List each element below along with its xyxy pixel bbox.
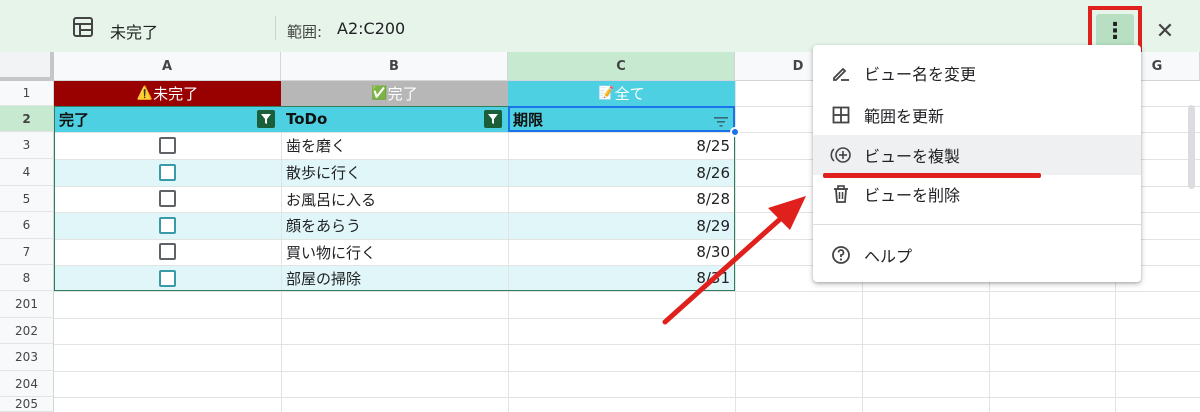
filter-view-name[interactable]: 未完了 [110, 19, 158, 43]
annotation-underline [823, 173, 1041, 178]
menu-item-duplicate-view[interactable]: ビューを複製 [813, 135, 1141, 175]
more-vert-icon: ⋮ [1104, 18, 1126, 44]
row-header[interactable]: 8 [0, 265, 54, 291]
table-range-border [54, 106, 735, 291]
gridline [54, 397, 1200, 398]
gridline [54, 291, 1200, 292]
row-header[interactable]: 6 [0, 212, 54, 239]
selected-cell-border [508, 106, 735, 132]
filter-view-icon [72, 16, 94, 38]
vertical-scrollbar[interactable] [1188, 105, 1195, 189]
more-options-button[interactable]: ⋮ [1096, 14, 1134, 48]
close-icon: ✕ [1155, 18, 1175, 44]
column-header-c[interactable]: C [508, 52, 735, 81]
grid-icon [830, 104, 852, 126]
row-header[interactable]: 202 [0, 318, 54, 344]
menu-item-update-range[interactable]: 範囲を更新 [813, 95, 1141, 135]
column-header-b[interactable]: B [281, 52, 508, 81]
row-header[interactable]: 4 [0, 159, 54, 186]
fill-handle[interactable] [730, 127, 740, 137]
cell-a1-tag-incomplete[interactable]: ⚠️ 未完了 [54, 81, 281, 106]
close-filter-view-button[interactable]: ✕ [1150, 16, 1180, 46]
range-label: 範囲: [287, 23, 323, 41]
row-header[interactable]: 1 [0, 81, 54, 106]
row-header[interactable]: 3 [0, 132, 54, 159]
range-value[interactable]: A2:C200 [337, 19, 405, 38]
row-header[interactable]: 7 [0, 239, 54, 265]
memo-icon: 📝 [598, 86, 615, 101]
rename-icon [830, 62, 852, 84]
duplicate-icon [830, 144, 852, 166]
row-header[interactable]: 203 [0, 344, 54, 371]
menu-item-delete-view[interactable]: ビューを削除 [813, 174, 1141, 214]
check-icon: ✅ [371, 86, 388, 101]
help-icon [830, 244, 852, 266]
menu-item-help[interactable]: ヘルプ [813, 235, 1141, 275]
trash-icon [830, 183, 852, 205]
row-header[interactable]: 5 [0, 186, 54, 212]
more-options-menu: ビュー名を変更 範囲を更新 ビューを複製 ビューを削除 ヘルプ [813, 45, 1141, 282]
cell-b1-tag-complete[interactable]: ✅ 完了 [281, 81, 508, 106]
gridline [54, 318, 1200, 319]
menu-item-rename-view[interactable]: ビュー名を変更 [813, 53, 1141, 93]
cell-c1-tag-all[interactable]: 📝 全て [508, 81, 735, 106]
column-header-a[interactable]: A [54, 52, 281, 81]
row-header[interactable]: 2 [0, 106, 54, 132]
warning-icon: ⚠️ [136, 86, 154, 101]
row-header[interactable]: 201 [0, 291, 54, 318]
select-all-corner[interactable] [0, 52, 54, 81]
gridline [54, 344, 1200, 345]
row-header[interactable]: 204 [0, 371, 54, 397]
row-header[interactable]: 205 [0, 397, 54, 412]
toolbar-divider [275, 16, 276, 40]
menu-divider [813, 224, 1141, 225]
gridline [54, 371, 1200, 372]
